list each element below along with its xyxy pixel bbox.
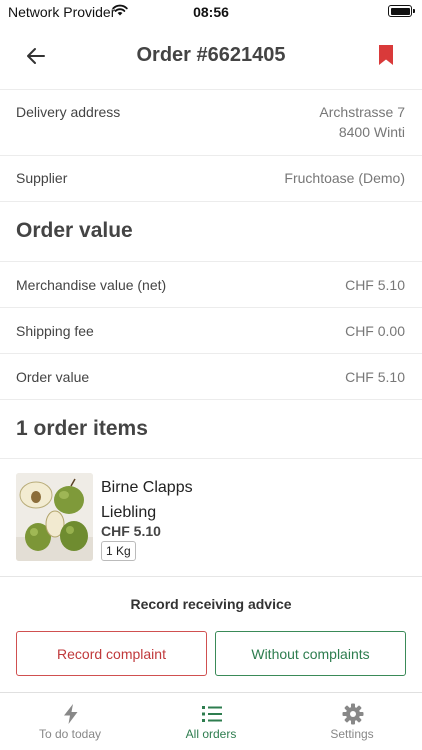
- tab-settings[interactable]: Settings: [282, 693, 422, 750]
- item-name: Birne Clapps Liebling: [101, 475, 301, 525]
- tab-all-orders[interactable]: All orders: [141, 693, 281, 750]
- list-icon: [202, 706, 222, 722]
- delivery-address-line2: 8400 Winti: [338, 124, 405, 140]
- order-items-section: 1 order items: [0, 400, 422, 459]
- order-total-row: Order value CHF 5.10: [0, 354, 422, 400]
- order-value-heading: Order value: [16, 219, 133, 242]
- order-total-label: Order value: [16, 369, 90, 385]
- order-value-section: Order value: [0, 202, 422, 262]
- clock: 08:56: [193, 4, 229, 20]
- item-name-line2: Liebling: [101, 504, 157, 521]
- navigation-bar: Order #6621405: [0, 24, 422, 90]
- shipping-fee-row: Shipping fee CHF 0.00: [0, 308, 422, 354]
- receiving-advice-title: Record receiving advice: [130, 596, 292, 612]
- battery-icon: [388, 5, 415, 17]
- supplier-label: Supplier: [16, 170, 68, 186]
- shipping-fee-label: Shipping fee: [16, 323, 94, 339]
- tab-all-orders-label: All orders: [185, 727, 237, 741]
- tab-todo-today-label: To do today: [38, 727, 102, 741]
- supplier-value: Fruchtoase (Demo): [284, 170, 405, 186]
- item-unit-badge: 1 Kg: [101, 541, 136, 561]
- tab-settings-label: Settings: [330, 727, 374, 741]
- item-price: CHF 5.10: [101, 523, 161, 539]
- without-complaints-button[interactable]: Without complaints: [215, 631, 406, 676]
- item-name-line1: Birne Clapps: [101, 479, 193, 496]
- order-items-heading: 1 order items: [16, 417, 148, 440]
- order-total-amount: CHF 5.10: [345, 369, 405, 385]
- status-bar: Network Provider 08:56: [0, 0, 422, 24]
- list-item[interactable]: Birne Clapps Liebling CHF 5.10 1 Kg: [0, 459, 422, 577]
- shipping-fee-amount: CHF 0.00: [345, 323, 405, 339]
- bolt-icon: [64, 704, 78, 724]
- delivery-address-line1: Archstrasse 7: [319, 104, 405, 120]
- tab-bar: To do today All orders Settings: [0, 692, 422, 750]
- merchandise-value-label: Merchandise value (net): [16, 277, 167, 293]
- delivery-address-label: Delivery address: [16, 104, 121, 120]
- record-complaint-button[interactable]: Record complaint: [16, 631, 207, 676]
- supplier-row: Supplier Fruchtoase (Demo): [0, 156, 422, 202]
- merchandise-value-row: Merchandise value (net) CHF 5.10: [0, 262, 422, 308]
- page-title: Order #6621405: [136, 44, 286, 66]
- delivery-address-row: Delivery address Archstrasse 7 8400 Wint…: [0, 91, 422, 156]
- merchandise-value-amount: CHF 5.10: [345, 277, 405, 293]
- tab-todo-today[interactable]: To do today: [0, 693, 140, 750]
- delivery-address-value: Archstrasse 7 8400 Winti: [319, 102, 405, 142]
- gear-icon: [342, 703, 364, 725]
- pear-photo: [16, 473, 93, 561]
- bookmark-icon[interactable]: [378, 44, 394, 66]
